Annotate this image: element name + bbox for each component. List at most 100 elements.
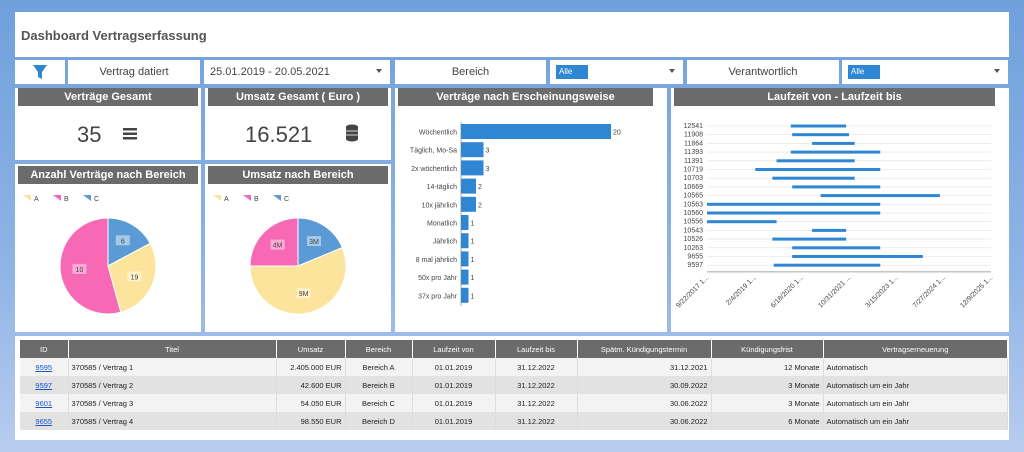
date-range-dropdown[interactable]: 25.01.2019 - 20.05.2021 [204, 60, 390, 84]
legend-swatch-a [213, 195, 221, 201]
table-cell: Bereich D [345, 412, 413, 430]
col-header[interactable]: Vertragserneuerung [823, 340, 1008, 358]
table-cell: 370585 / Vertrag 3 [68, 394, 277, 412]
contract-id-link[interactable]: 9601 [35, 399, 52, 408]
filter-icon [33, 65, 47, 79]
col-header[interactable]: Kündigungsfrist [711, 340, 824, 358]
gantt-bar[interactable] [792, 133, 849, 137]
y-tick-label: 10565 [684, 193, 704, 200]
y-tick-label: 14-täglich [427, 184, 457, 191]
bar[interactable] [461, 233, 469, 249]
bar-chart-title: Verträge nach Erscheinungsweise [398, 88, 653, 106]
table-cell: 42.600 EUR [276, 376, 346, 394]
bar-value-label: 1 [471, 239, 475, 246]
gantt-bar[interactable] [707, 220, 777, 224]
gantt-bar[interactable] [773, 263, 881, 267]
legend-label: B [64, 196, 69, 203]
data-label: 19 [131, 274, 139, 281]
y-tick-label: 10703 [684, 175, 704, 182]
y-tick-label: 10719 [684, 167, 704, 174]
table-cell: Bereich B [345, 376, 413, 394]
bar[interactable] [461, 160, 484, 176]
table-row[interactable]: 9601 370585 / Vertrag 3 54.050 EUR Bereich … [20, 394, 1008, 412]
filter-button[interactable] [15, 60, 65, 84]
table-cell: 30.06.2022 [577, 412, 712, 430]
kpi-umsatz-value: 16.521 [245, 122, 313, 147]
table-row[interactable]: 9597 370585 / Vertrag 2 42.600 EUR Bereich … [20, 376, 1008, 394]
gantt-bar[interactable] [820, 194, 940, 198]
y-tick-label: Wöchentlich [419, 130, 457, 137]
y-tick-label: 12541 [684, 123, 704, 130]
bereich-dropdown[interactable]: Alle [550, 60, 683, 84]
gantt-chart-panel: Laufzeit von - Laufzeit bis 12541 11908 11… [671, 88, 1009, 332]
bar-chart-panel: Verträge nach Erscheinungsweise Wöchentl… [395, 88, 667, 332]
table-row[interactable]: 9595 370585 / Vertrag 1 2.405.000 EUR Berei… [20, 358, 1008, 376]
legend-swatch-c [83, 195, 91, 201]
gantt-bar[interactable] [790, 124, 847, 128]
kpi-umsatz-title: Umsatz Gesamt ( Euro ) [208, 88, 388, 106]
vertrag-datiert-label: Vertrag datiert [68, 60, 200, 84]
table-cell: 9595 [20, 358, 69, 376]
gantt-bar[interactable] [792, 185, 881, 189]
y-tick-label: 11393 [684, 149, 703, 156]
gantt-bar[interactable] [792, 255, 923, 258]
table-cell: 31.12.2022 [495, 412, 578, 430]
x-tick-label: 3/15/2023 1... [865, 274, 900, 309]
bar[interactable] [461, 251, 469, 267]
gantt-bar[interactable] [772, 237, 847, 241]
bar[interactable] [461, 196, 476, 212]
table-cell: 9655 [20, 412, 69, 430]
bar[interactable] [461, 287, 469, 303]
gantt-bar[interactable] [772, 176, 855, 180]
col-header[interactable]: Umsatz [276, 340, 346, 358]
verantwortlich-dropdown[interactable]: Alle [842, 60, 1008, 84]
table-row[interactable]: 9655 370585 / Vertrag 4 98.550 EUR Bereich … [20, 412, 1008, 430]
data-label: 9M [299, 291, 309, 298]
bar[interactable] [461, 269, 469, 285]
bar-chart: Wöchentlich 20 Täglich, Mo-Sa 3 2x wöchentli… [410, 122, 621, 306]
bar-value-label: 2 [478, 184, 482, 191]
col-header[interactable]: Bereich [345, 340, 413, 358]
x-tick-label: 10/31/2021 ... [817, 274, 852, 309]
col-header[interactable]: Titel [68, 340, 277, 358]
bar[interactable] [461, 124, 611, 139]
bar[interactable] [461, 178, 476, 194]
contract-id-link[interactable]: 9597 [35, 381, 52, 390]
legend-swatch-c [273, 195, 281, 201]
gantt-bar[interactable] [812, 141, 855, 145]
table-cell: 01.01.2019 [412, 412, 496, 430]
gantt-bar[interactable] [812, 228, 847, 232]
gantt-bar[interactable] [707, 211, 881, 215]
contract-id-link[interactable]: 9655 [35, 417, 52, 426]
y-tick-label: 10526 [684, 236, 704, 243]
legend-label: C [94, 196, 99, 203]
table-cell: Bereich C [345, 394, 413, 412]
y-tick-label: 9597 [687, 262, 703, 269]
y-tick-label: 10263 [684, 245, 704, 252]
kpi-vertraege-panel: Verträge Gesamt 35 [15, 88, 201, 160]
bar[interactable] [461, 142, 484, 158]
col-header[interactable]: ID [20, 340, 69, 358]
chevron-down-icon [994, 69, 1000, 73]
gantt-bar[interactable] [790, 150, 881, 154]
gantt-bar[interactable] [755, 168, 881, 171]
data-label: 10 [76, 267, 84, 274]
col-header[interactable]: Laufzeit von [412, 340, 496, 358]
contract-id-link[interactable]: 9595 [35, 363, 52, 372]
gantt-bar[interactable] [776, 159, 855, 163]
col-header[interactable]: Laufzeit bis [495, 340, 578, 358]
table-cell: Bereich A [345, 358, 413, 376]
table-cell: 370585 / Vertrag 4 [68, 412, 277, 430]
pie2-panel: Umsatz nach Bereich A B C 3M 9M 4M [205, 164, 391, 332]
gantt-bar[interactable] [792, 246, 881, 250]
col-header[interactable]: Spätm. Kündigungstermin [577, 340, 712, 358]
table-cell: 3 Monate [711, 376, 824, 394]
legend-label: A [34, 196, 39, 203]
y-tick-label: Täglich, Mo-Sa [410, 148, 457, 155]
bar[interactable] [461, 215, 469, 230]
table-cell: Automatisch um ein Jahr [823, 394, 1008, 412]
verantwortlich-value: Alle [848, 65, 880, 79]
table-cell: 12 Monate [711, 358, 824, 376]
gantt-bar[interactable] [707, 202, 881, 206]
y-tick-label: 11864 [684, 140, 703, 147]
